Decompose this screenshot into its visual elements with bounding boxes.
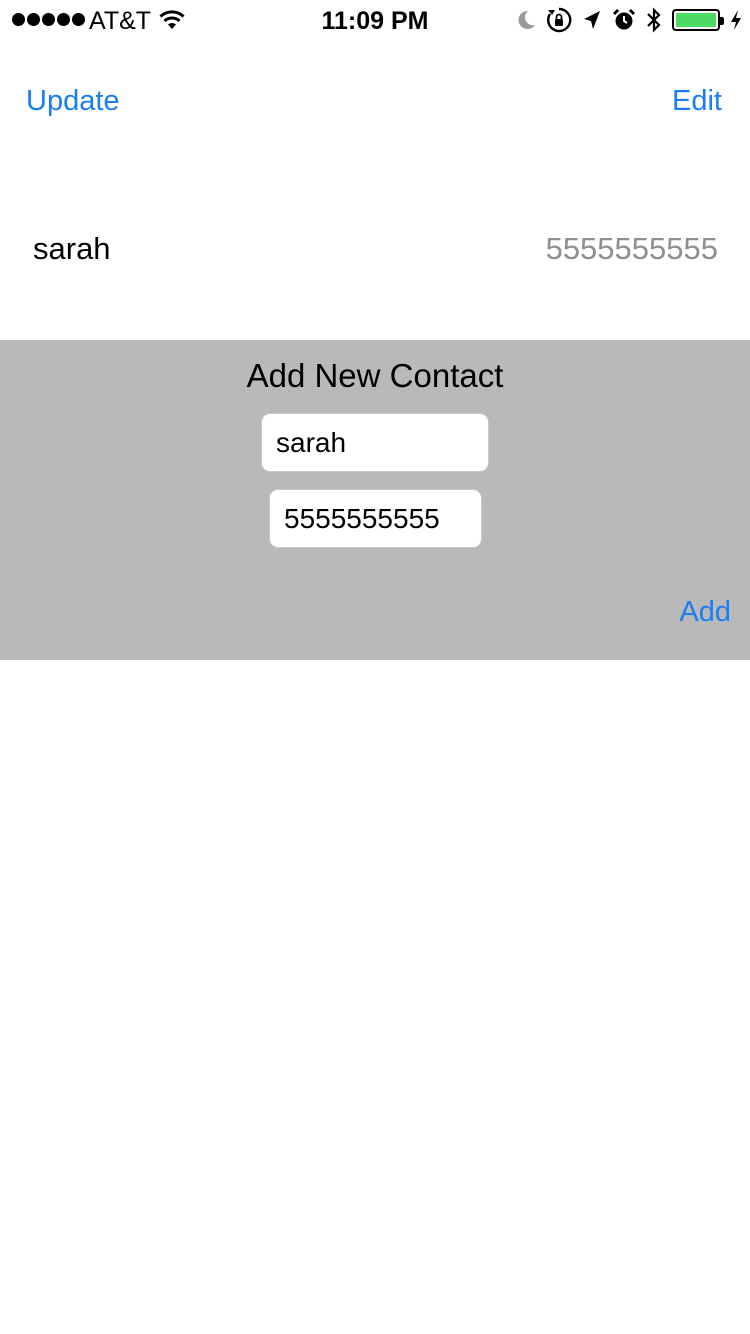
charging-bolt-icon: [731, 10, 741, 30]
panel-title: Add New Contact: [246, 357, 504, 394]
orientation-lock-icon: [547, 7, 572, 33]
contact-row[interactable]: sarah 5555555555: [0, 205, 750, 293]
update-button[interactable]: Update: [26, 83, 120, 119]
contact-phone: 5555555555: [545, 231, 718, 266]
battery-icon: [672, 9, 724, 31]
name-input[interactable]: sarah: [261, 413, 489, 472]
add-contact-panel: Add New Contact sarah 5555555555 Add: [0, 340, 750, 660]
add-button[interactable]: Add: [679, 596, 731, 629]
phone-input[interactable]: 5555555555: [269, 489, 482, 548]
bluetooth-icon: [647, 7, 661, 33]
contact-name: sarah: [33, 231, 111, 266]
location-arrow-icon: [584, 11, 600, 29]
edit-button[interactable]: Edit: [672, 83, 722, 119]
status-bar: AT&T 11:09 PM: [0, 0, 750, 40]
alarm-icon: [612, 8, 636, 30]
do-not-disturb-moon-icon: [518, 10, 535, 29]
